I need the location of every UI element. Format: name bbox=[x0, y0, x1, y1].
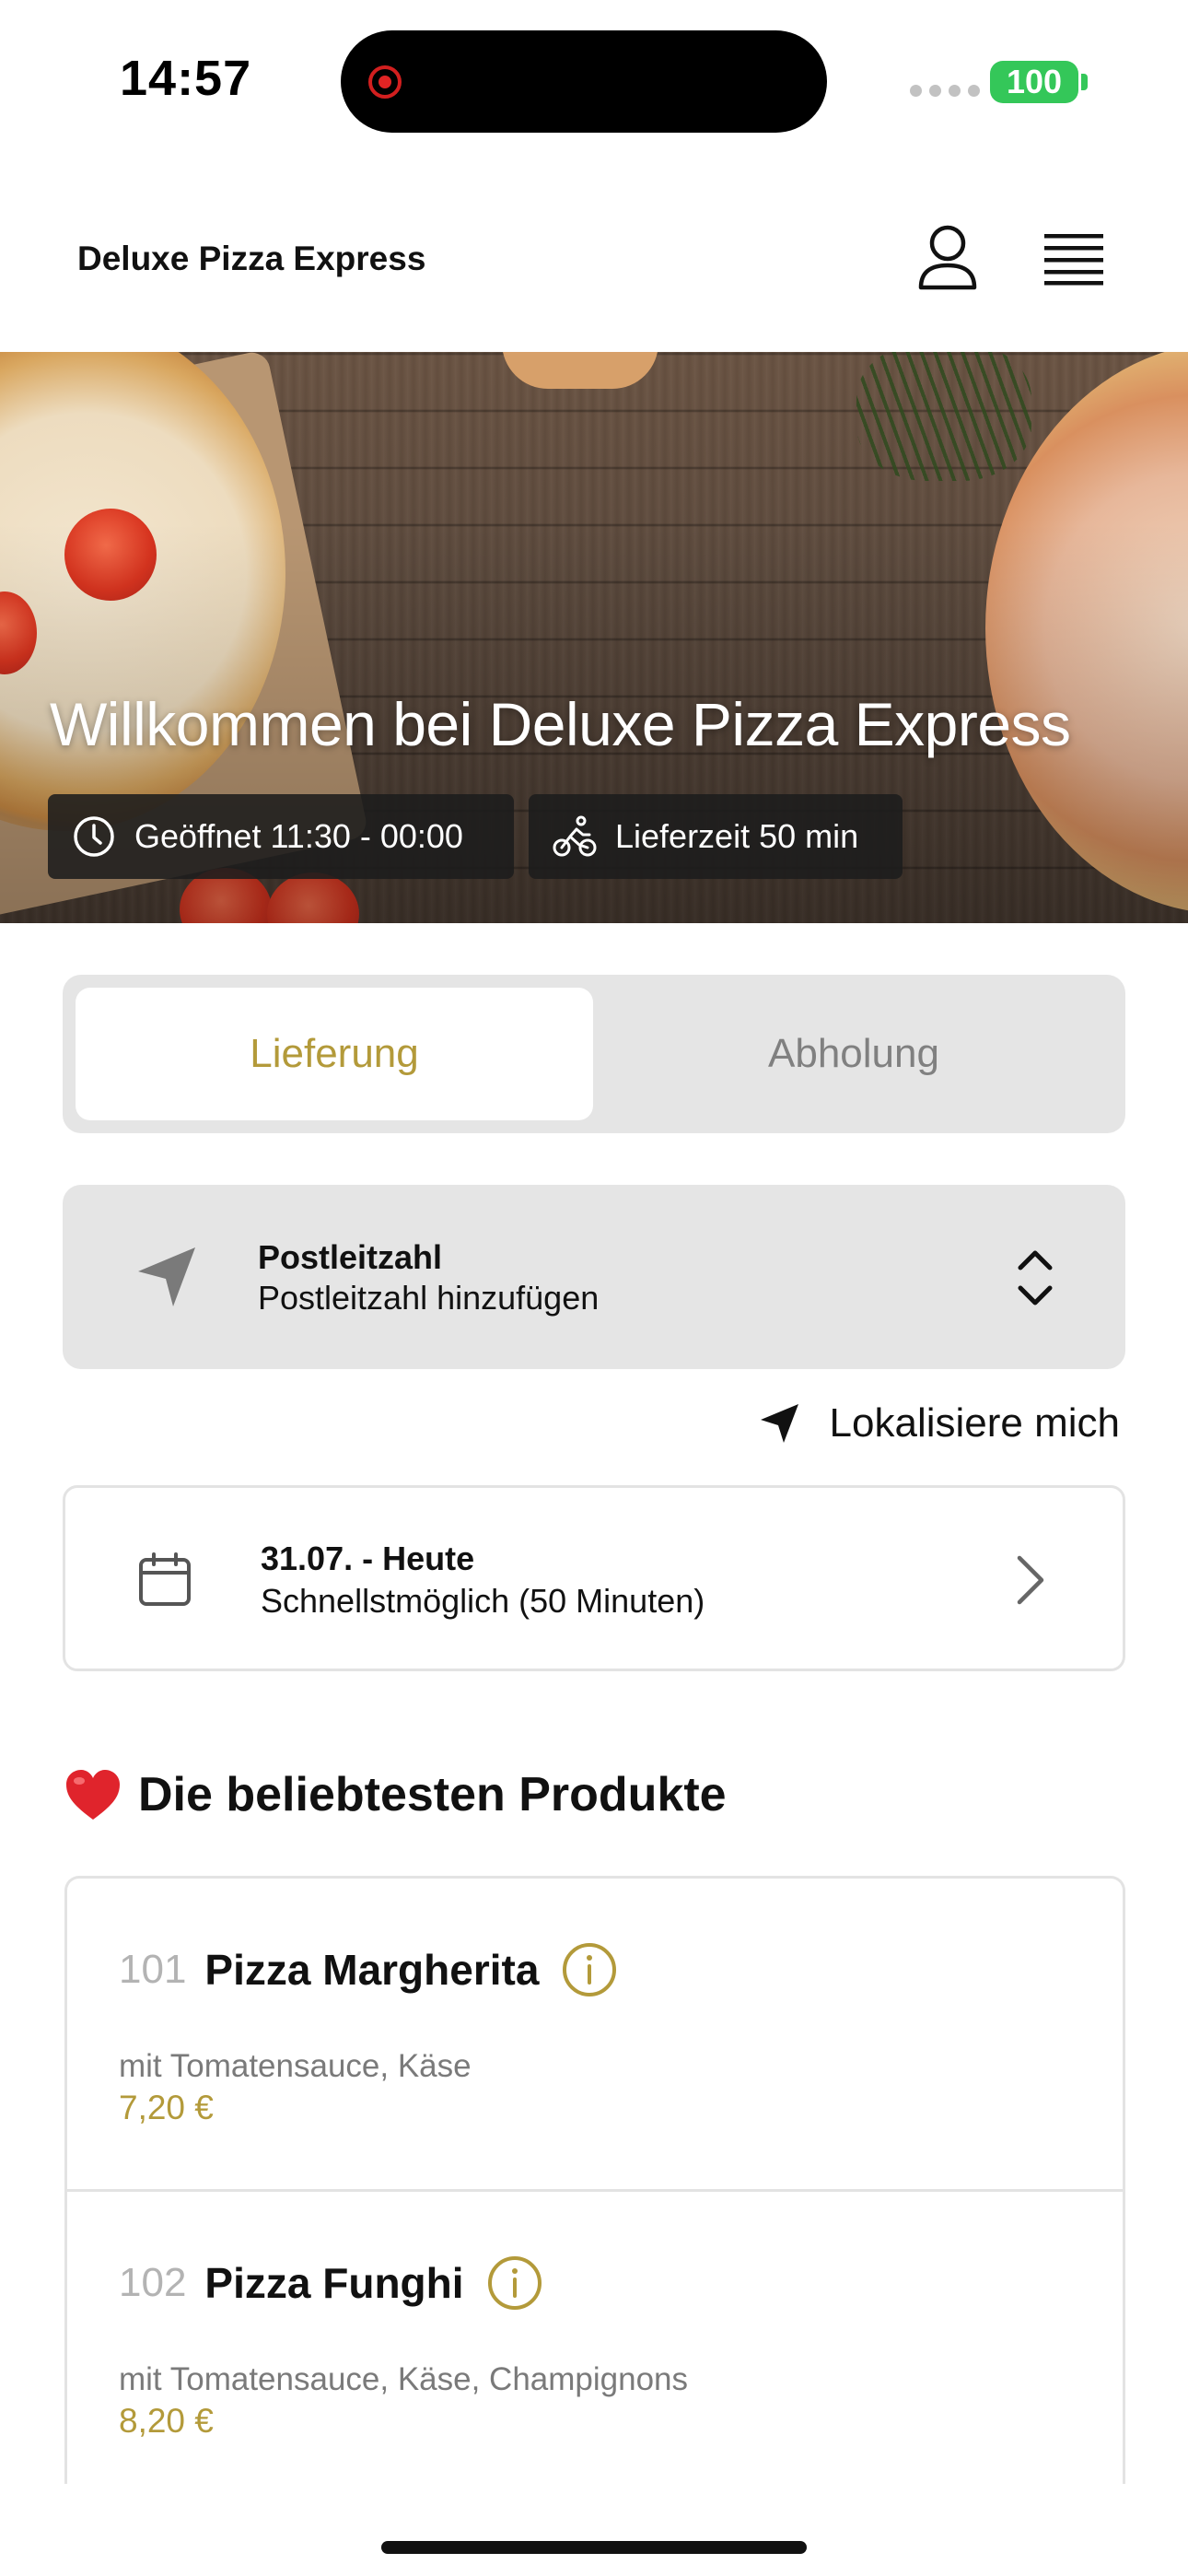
popular-products-list: 101 Pizza Margherita mit Tomatensauce, K… bbox=[64, 1876, 1125, 2484]
delivery-date: 31.07. - Heute bbox=[261, 1540, 475, 1577]
bicycle-courier-icon bbox=[553, 815, 597, 857]
hamburger-menu-icon[interactable] bbox=[1044, 230, 1103, 286]
calendar-icon bbox=[139, 1552, 191, 1606]
locate-me-button[interactable]: Lokalisiere mich bbox=[758, 1400, 1120, 1446]
popular-products-heading: Die beliebtesten Produkte bbox=[64, 1767, 727, 1822]
order-mode-segmented-control: Lieferung Abholung bbox=[63, 975, 1125, 1133]
app-header: Deluxe Pizza Express bbox=[0, 184, 1188, 350]
delivery-time-text: Lieferzeit 50 min bbox=[615, 817, 859, 855]
tab-pickup[interactable]: Abholung bbox=[595, 988, 1112, 1120]
opening-hours-text: Geöffnet 11:30 - 00:00 bbox=[134, 817, 463, 855]
battery-tip bbox=[1081, 74, 1088, 90]
product-card[interactable]: 101 Pizza Margherita mit Tomatensauce, K… bbox=[67, 1879, 1123, 2192]
product-name: Pizza Margherita bbox=[204, 1946, 540, 1994]
battery-indicator: 100 bbox=[990, 61, 1078, 103]
navigation-arrow-icon bbox=[138, 1247, 195, 1306]
heart-icon bbox=[66, 1770, 120, 1820]
cellular-signal-icon bbox=[910, 85, 980, 97]
product-card[interactable]: 102 Pizza Funghi mit Tomatensauce, Käse,… bbox=[67, 2192, 1123, 2484]
chevron-up-down-icon bbox=[1018, 1250, 1053, 1306]
product-description: mit Tomatensauce, Käse bbox=[119, 2048, 472, 2084]
locate-me-label: Lokalisiere mich bbox=[829, 1400, 1120, 1446]
popular-products-title: Die beliebtesten Produkte bbox=[138, 1768, 727, 1821]
location-arrow-icon bbox=[760, 1404, 798, 1443]
status-time: 14:57 bbox=[120, 51, 252, 106]
clock-icon bbox=[74, 816, 114, 857]
product-number: 102 bbox=[119, 2260, 187, 2305]
postcode-selector[interactable]: Postleitzahl Postleitzahl hinzufügen bbox=[63, 1185, 1125, 1369]
opening-hours-badge: Geöffnet 11:30 - 00:00 bbox=[48, 794, 514, 879]
chevron-right-icon bbox=[1017, 1555, 1044, 1605]
user-icon[interactable] bbox=[917, 225, 978, 291]
product-number: 101 bbox=[119, 1947, 187, 1992]
product-description: mit Tomatensauce, Käse, Champignons bbox=[119, 2361, 689, 2397]
hero-banner: Willkommen bei Deluxe Pizza Express Geöf… bbox=[0, 352, 1188, 923]
postcode-label: Postleitzahl bbox=[258, 1238, 443, 1276]
screen-recording-icon bbox=[368, 65, 402, 99]
status-bar: 14:57 100 bbox=[0, 0, 1188, 166]
info-icon[interactable] bbox=[561, 1941, 618, 1998]
product-price: 7,20 € bbox=[119, 2089, 214, 2126]
product-price: 8,20 € bbox=[119, 2402, 214, 2440]
hero-title: Willkommen bei Deluxe Pizza Express bbox=[50, 690, 1071, 758]
dynamic-island bbox=[341, 30, 827, 133]
delivery-time-badge: Lieferzeit 50 min bbox=[529, 794, 903, 879]
tab-delivery[interactable]: Lieferung bbox=[76, 988, 593, 1120]
delivery-time-option: Schnellstmöglich (50 Minuten) bbox=[261, 1582, 705, 1620]
delivery-time-selector[interactable]: 31.07. - Heute Schnellstmöglich (50 Minu… bbox=[63, 1485, 1125, 1671]
postcode-placeholder: Postleitzahl hinzufügen bbox=[258, 1279, 600, 1317]
restaurant-name: Deluxe Pizza Express bbox=[77, 240, 426, 277]
product-name: Pizza Funghi bbox=[204, 2259, 464, 2307]
home-indicator[interactable] bbox=[381, 2541, 807, 2554]
info-icon[interactable] bbox=[486, 2254, 543, 2312]
